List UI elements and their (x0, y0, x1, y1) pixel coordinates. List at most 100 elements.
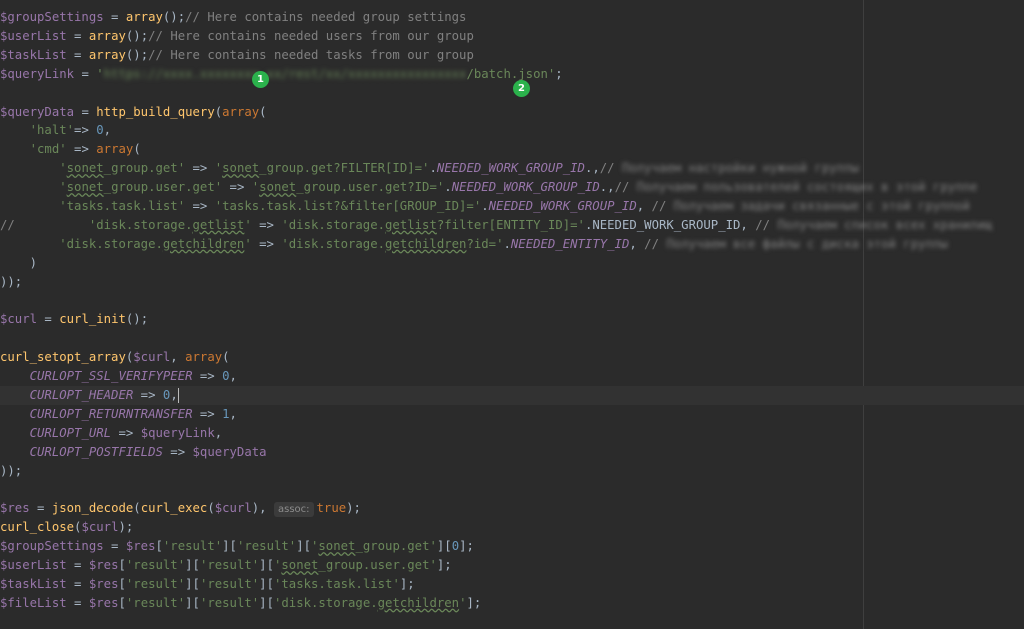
code-token: NEEDED_ENTITY_ID (510, 236, 630, 251)
code-line[interactable]: $userList = array();// Here contains nee… (0, 27, 1024, 46)
code-token: [ (155, 539, 163, 554)
code-token: 'tasks.task.list' (273, 577, 400, 591)
code-editor[interactable]: $groupSettings = array();// Here contain… (0, 0, 1024, 629)
code-line[interactable] (0, 481, 1024, 500)
code-token: (); (125, 312, 149, 327)
code-token: ) (0, 255, 38, 270)
code-line[interactable]: $userList = $res['result']['result']['so… (0, 556, 1024, 575)
code-line[interactable]: $groupSettings = array();// Here contain… (0, 8, 1024, 27)
code-token: curl_close (0, 520, 75, 535)
code-token: ][ (296, 539, 311, 554)
code-line[interactable]: $groupSettings = $res['result']['result'… (0, 537, 1024, 556)
code-line[interactable]: CURLOPT_URL => $queryLink, (0, 424, 1024, 443)
code-token: sonet (281, 558, 319, 573)
code-line[interactable]: 'disk.storage.getchildren' => 'disk.stor… (0, 235, 1024, 254)
code-token: $queryData (192, 444, 267, 459)
code-token: array (88, 28, 126, 43)
code-token: ]; (466, 595, 482, 610)
code-token: getlist (385, 217, 437, 232)
code-token: json_decode (51, 501, 134, 516)
code-line[interactable]: curl_close($curl); (0, 518, 1024, 537)
code-token: , (214, 425, 223, 440)
code-token: 'disk.storage. (273, 595, 378, 610)
code-token: Получаем все файлы с диска этой группы (666, 236, 948, 251)
code-line[interactable]: 'sonet_group.user.get' => 'sonet_group.u… (0, 178, 1024, 197)
code-token: http_build_query (96, 104, 215, 119)
code-token: ][ (185, 595, 200, 610)
code-line[interactable]: $taskList = $res['result']['result']['ta… (0, 575, 1024, 594)
code-line[interactable]: $fileList = $res['result']['result']['di… (0, 594, 1024, 613)
code-line[interactable]: CURLOPT_HEADER => 0, (0, 386, 1024, 405)
text-caret (177, 388, 179, 403)
code-token: $taskList (0, 577, 67, 591)
code-token: ' (96, 66, 104, 81)
code-token: 'tasks.task.list' (59, 199, 186, 213)
code-token: , (170, 388, 178, 402)
code-line[interactable]: $curl = curl_init(); (0, 310, 1024, 329)
code-line[interactable]: ) (0, 254, 1024, 273)
code-token: = (37, 312, 60, 327)
code-line[interactable]: $queryData = http_build_query(array( (0, 103, 1024, 122)
code-line[interactable]: )); (0, 462, 1024, 481)
code-line[interactable]: 'halt'=> 0, (0, 121, 1024, 140)
code-token: $queryData (0, 104, 75, 119)
code-token: ]; (436, 558, 452, 573)
code-token: _group.get' (355, 539, 437, 554)
code-token: curl_exec (140, 501, 208, 516)
code-token: _group.user.get' (103, 180, 223, 195)
code-token: $curl (0, 312, 38, 327)
code-token: ' (244, 217, 252, 232)
code-token: CURLOPT_POSTFIELDS (29, 444, 163, 459)
code-token: getchildren (162, 236, 245, 251)
code-line[interactable]: )); (0, 273, 1024, 292)
code-token: 0 (222, 369, 230, 384)
code-token: CURLOPT_URL (29, 425, 112, 440)
code-token: . (429, 161, 437, 176)
code-token: curl_init (59, 312, 126, 327)
annotation-marker-2: 2 (513, 80, 530, 97)
code-token: sonet (318, 539, 356, 554)
code-line[interactable] (0, 329, 1024, 348)
code-token: . (444, 180, 452, 195)
code-token: , (103, 123, 112, 138)
code-line[interactable] (0, 292, 1024, 311)
code-token: [ (118, 558, 126, 573)
code-line[interactable]: // 'disk.storage.getlist' => 'disk.stora… (0, 216, 1024, 235)
code-token: => (192, 369, 223, 384)
code-token: ., (584, 161, 600, 176)
code-token: Получаем задачи связанные с этой группой (673, 199, 970, 213)
code-token: ][ (259, 577, 274, 591)
code-token: https://xxxx.xxxxxxxx.xx/rest/xx/xxxxxxx… (103, 66, 467, 81)
code-line[interactable] (0, 84, 1024, 103)
code-token: [ (118, 577, 126, 591)
code-token: $fileList (0, 595, 67, 610)
code-line[interactable]: $queryLink = 'https://xxxx.xxxxxxxx.xx/r… (0, 65, 1024, 84)
code-token: (); (125, 28, 149, 43)
code-line[interactable]: CURLOPT_RETURNTRANSFER => 1, (0, 405, 1024, 424)
code-token: // (0, 217, 15, 232)
code-line[interactable]: $taskList = array();// Here contains nee… (0, 46, 1024, 65)
code-line[interactable]: $res = json_decode(curl_exec($curl), ass… (0, 499, 1024, 518)
code-token: NEEDED_WORK_GROUP_ID (488, 199, 637, 213)
code-token: , (229, 369, 237, 384)
code-line[interactable]: curl_setopt_array($curl, array( (0, 348, 1024, 367)
code-token: true (316, 501, 347, 516)
code-line[interactable]: CURLOPT_SSL_VERIFYPEER => 0, (0, 367, 1024, 386)
code-token: $res (125, 539, 156, 554)
code-token: (); (162, 10, 186, 24)
code-token: 'disk.storage. (281, 217, 386, 232)
code-token: $res (88, 558, 119, 573)
code-line[interactable]: 'sonet_group.get' => 'sonet_group.get?FI… (0, 159, 1024, 178)
code-line[interactable]: 'tasks.task.list' => 'tasks.task.list?&f… (0, 197, 1024, 216)
code-token: = (74, 104, 97, 119)
code-token: ' (59, 180, 67, 195)
code-line[interactable]: CURLOPT_POSTFIELDS => $queryData (0, 443, 1024, 462)
code-line[interactable]: 'cmd' => array( (0, 140, 1024, 159)
code-token: 'cmd' (29, 142, 67, 157)
code-token: = (29, 501, 52, 516)
code-token: ][ (436, 539, 452, 554)
code-token: => (222, 180, 252, 195)
code-token: // (614, 180, 637, 195)
